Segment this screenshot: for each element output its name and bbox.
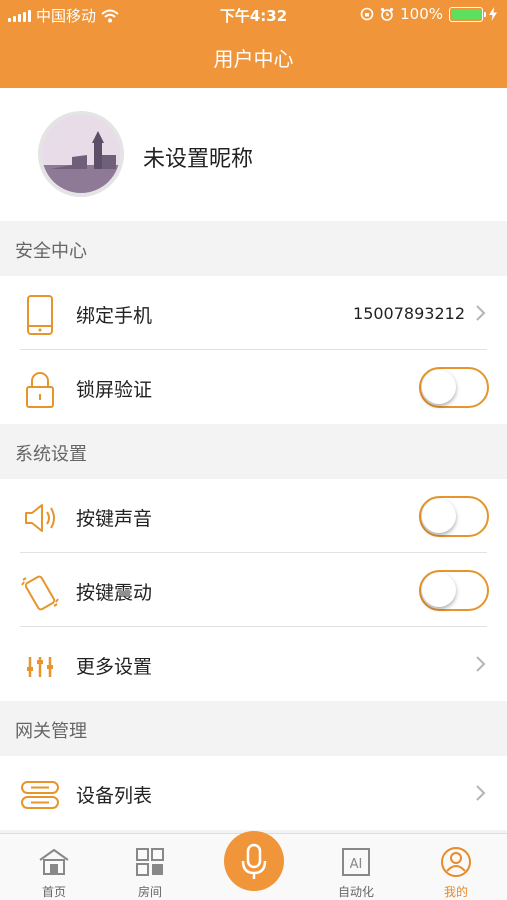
bind-phone-row[interactable]: 绑定手机 15007893212	[0, 276, 507, 350]
section-title-system: 系统设置	[0, 424, 507, 479]
profile-card[interactable]: 未设置昵称	[0, 88, 507, 221]
tab-mine[interactable]: 我的	[416, 834, 496, 900]
device-list-icon	[21, 781, 59, 809]
avatar-image	[42, 115, 120, 193]
tab-mine-label: 我的	[443, 885, 468, 899]
phone-number: 15007893212	[353, 304, 465, 323]
tab-automation-label: 自动化	[337, 885, 374, 899]
key-sound-row: 按键声音	[0, 479, 507, 553]
device-list-row[interactable]: 设备列表	[0, 756, 507, 830]
chevron-right-icon	[476, 656, 486, 672]
tab-automation[interactable]: AI 自动化	[316, 834, 396, 900]
phone-icon	[27, 295, 53, 335]
user-icon	[441, 847, 471, 877]
header: 中国移动 下午4:32 100% 用户中心	[0, 0, 507, 88]
key-sound-label: 按键声音	[76, 508, 153, 530]
chevron-right-icon	[476, 305, 486, 321]
rotation-lock-icon	[360, 7, 374, 21]
more-settings-row[interactable]: 更多设置	[0, 627, 507, 701]
nickname: 未设置昵称	[143, 147, 254, 172]
tab-bar: 首页 房间 AI 自动化 我的	[0, 831, 507, 900]
tab-rooms-label: 房间	[137, 885, 162, 899]
lock-icon	[26, 372, 54, 408]
key-vibrate-label: 按键震动	[76, 582, 153, 604]
battery-percent: 100%	[400, 5, 443, 23]
alarm-icon	[381, 7, 394, 21]
microphone-icon	[241, 843, 267, 879]
more-settings-label: 更多设置	[76, 656, 153, 678]
device-list-label: 设备列表	[76, 785, 153, 807]
ai-icon: AI	[342, 848, 370, 876]
battery-icon	[449, 6, 486, 22]
grid-icon	[136, 848, 164, 876]
lock-screen-row: 锁屏验证	[0, 350, 507, 424]
lock-screen-label: 锁屏验证	[76, 379, 153, 401]
svg-text:AI: AI	[350, 857, 363, 872]
chevron-right-icon	[476, 785, 486, 801]
section-title-security: 安全中心	[0, 221, 507, 276]
lock-screen-toggle[interactable]	[419, 367, 489, 408]
avatar[interactable]	[38, 111, 124, 197]
section-title-gateway: 网关管理	[0, 701, 507, 756]
voice-button[interactable]	[224, 831, 284, 891]
tab-home[interactable]: 首页	[14, 834, 94, 900]
bind-phone-label: 绑定手机	[76, 305, 153, 327]
key-sound-toggle[interactable]	[419, 496, 489, 537]
vibrate-icon	[21, 575, 59, 611]
tab-rooms[interactable]: 房间	[110, 834, 190, 900]
tab-home-label: 首页	[41, 885, 66, 899]
home-icon	[39, 848, 69, 875]
key-vibrate-toggle[interactable]	[419, 570, 489, 611]
key-vibrate-row: 按键震动	[0, 553, 507, 627]
speaker-icon	[25, 504, 55, 532]
status-bar: 中国移动 下午4:32 100%	[0, 0, 507, 30]
page-title: 用户中心	[213, 47, 294, 71]
charging-icon	[489, 7, 497, 21]
sliders-icon	[27, 657, 53, 677]
